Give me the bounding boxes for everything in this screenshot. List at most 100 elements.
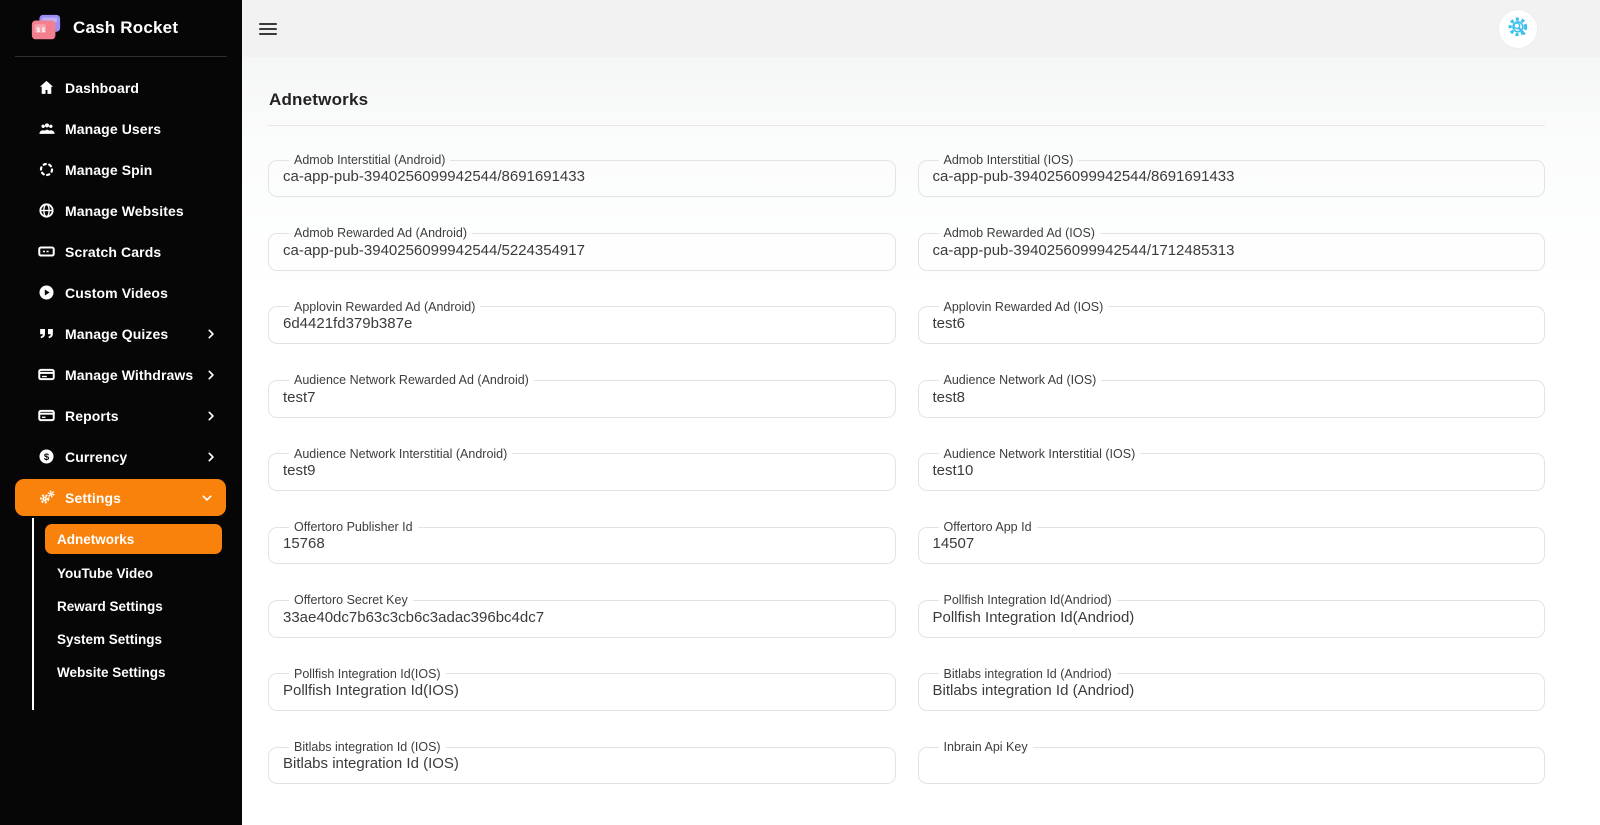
- dollar-circle-icon: $: [38, 448, 58, 465]
- admob-interstitial-ios-input[interactable]: [931, 167, 1533, 187]
- sidebar-item-custom-videos[interactable]: Custom Videos: [0, 272, 242, 313]
- field-bitlabs-integration-id-android: Bitlabs integration Id (Andriod): [918, 667, 1546, 711]
- settings-submenu: Adnetworks YouTube Video Reward Settings…: [0, 524, 242, 689]
- sidebar-item-label: Settings: [65, 490, 121, 506]
- sidebar-item-manage-quizes[interactable]: Manage Quizes: [0, 313, 242, 354]
- field-bitlabs-integration-id-ios: Bitlabs integration Id (IOS): [268, 740, 896, 784]
- sidebar-item-label: Scratch Cards: [65, 244, 161, 260]
- sidebar-item-label: Manage Spin: [65, 162, 152, 178]
- sidebar-item-settings[interactable]: Settings: [15, 479, 226, 516]
- inbrain-api-key-input[interactable]: [931, 754, 1533, 774]
- bitlabs-integration-id-ios-input[interactable]: [281, 754, 883, 774]
- pollfish-integration-id-android-input[interactable]: [931, 608, 1533, 628]
- field-label: Inbrain Api Key: [939, 740, 1033, 754]
- field-label: Audience Network Interstitial (Android): [289, 447, 512, 461]
- submenu-item-label: Website Settings: [57, 665, 166, 680]
- offertoro-secret-key-input[interactable]: [281, 608, 883, 628]
- sidebar-item-manage-users[interactable]: Manage Users: [0, 108, 242, 149]
- field-pollfish-integration-id-ios: Pollfish Integration Id(IOS): [268, 667, 896, 711]
- sidebar-item-label: Manage Quizes: [65, 326, 168, 342]
- svg-text:$: $: [44, 452, 50, 463]
- brand-name: Cash Rocket: [73, 18, 178, 38]
- field-label: Applovin Rewarded Ad (IOS): [939, 300, 1109, 314]
- submenu-item-label: System Settings: [57, 632, 162, 647]
- audience-network-rewarded-android-input[interactable]: [281, 388, 883, 408]
- brand-logo[interactable]: $ $ Cash Rocket: [0, 0, 242, 56]
- field-label: Pollfish Integration Id(Andriod): [939, 593, 1117, 607]
- field-admob-interstitial-ios: Admob Interstitial (IOS): [918, 153, 1546, 197]
- quote-icon: [38, 325, 58, 342]
- home-icon: [38, 79, 58, 96]
- applovin-rewarded-ios-input[interactable]: [931, 314, 1533, 334]
- globe-icon: [38, 202, 58, 219]
- content: Adnetworks Admob Interstitial (Android) …: [242, 57, 1600, 825]
- sidebar-item-reports[interactable]: Reports: [0, 395, 242, 436]
- chevron-right-icon: [204, 409, 218, 423]
- sidebar-item-manage-websites[interactable]: Manage Websites: [0, 190, 242, 231]
- sidebar-item-label: Currency: [65, 449, 127, 465]
- offertoro-app-id-input[interactable]: [931, 534, 1533, 554]
- field-offertoro-publisher-id: Offertoro Publisher Id: [268, 520, 896, 564]
- audience-network-ad-ios-input[interactable]: [931, 388, 1533, 408]
- field-pollfish-integration-id-android: Pollfish Integration Id(Andriod): [918, 593, 1546, 637]
- field-label: Admob Interstitial (Android): [289, 153, 450, 167]
- field-label: Audience Network Interstitial (IOS): [939, 447, 1141, 461]
- field-audience-network-interstitial-android: Audience Network Interstitial (Android): [268, 447, 896, 491]
- submenu-item-website-settings[interactable]: Website Settings: [0, 656, 242, 689]
- submenu-item-label: Reward Settings: [57, 599, 163, 614]
- adnetworks-form: Admob Interstitial (Android) Admob Inter…: [268, 153, 1545, 784]
- field-label: Audience Network Rewarded Ad (Android): [289, 373, 534, 387]
- main-area: Adnetworks Admob Interstitial (Android) …: [242, 0, 1600, 825]
- audience-network-interstitial-android-input[interactable]: [281, 461, 883, 481]
- field-admob-interstitial-android: Admob Interstitial (Android): [268, 153, 896, 197]
- field-admob-rewarded-android: Admob Rewarded Ad (Android): [268, 226, 896, 270]
- field-label: Admob Rewarded Ad (Android): [289, 226, 472, 240]
- applovin-rewarded-android-input[interactable]: [281, 314, 883, 334]
- gears-icon: [38, 489, 58, 506]
- spinner-icon: [38, 161, 58, 178]
- gear-search-button[interactable]: [1499, 10, 1537, 48]
- submenu-item-system-settings[interactable]: System Settings: [0, 623, 242, 656]
- field-audience-network-rewarded-android: Audience Network Rewarded Ad (Android): [268, 373, 896, 417]
- submenu-item-label: YouTube Video: [57, 566, 153, 581]
- field-label: Offertoro Secret Key: [289, 593, 413, 607]
- sidebar-item-label: Dashboard: [65, 80, 139, 96]
- field-inbrain-api-key: Inbrain Api Key: [918, 740, 1546, 784]
- sidebar-item-label: Manage Users: [65, 121, 161, 137]
- field-admob-rewarded-ios: Admob Rewarded Ad (IOS): [918, 226, 1546, 270]
- ticket-icon: [38, 243, 58, 260]
- admob-interstitial-android-input[interactable]: [281, 167, 883, 187]
- sidebar: $ $ Cash Rocket Dashboard Manage Users M…: [0, 0, 242, 825]
- submenu-item-adnetworks[interactable]: Adnetworks: [45, 524, 222, 554]
- submenu-indent-line: [32, 518, 34, 710]
- sidebar-item-scratch-cards[interactable]: Scratch Cards: [0, 231, 242, 272]
- field-label: Offertoro App Id: [939, 520, 1037, 534]
- sidebar-item-label: Custom Videos: [65, 285, 168, 301]
- field-label: Offertoro Publisher Id: [289, 520, 418, 534]
- bitlabs-integration-id-android-input[interactable]: [931, 681, 1533, 701]
- submenu-item-reward-settings[interactable]: Reward Settings: [0, 590, 242, 623]
- submenu-item-label: Adnetworks: [57, 532, 134, 547]
- page-title: Adnetworks: [269, 90, 1545, 110]
- pollfish-integration-id-ios-input[interactable]: [281, 681, 883, 701]
- svg-text:$: $: [37, 27, 41, 34]
- sidebar-item-manage-spin[interactable]: Manage Spin: [0, 149, 242, 190]
- hamburger-icon[interactable]: [259, 19, 277, 39]
- offertoro-publisher-id-input[interactable]: [281, 534, 883, 554]
- sidebar-item-currency[interactable]: $ Currency: [0, 436, 242, 477]
- field-audience-network-interstitial-ios: Audience Network Interstitial (IOS): [918, 447, 1546, 491]
- field-applovin-rewarded-ios: Applovin Rewarded Ad (IOS): [918, 300, 1546, 344]
- sidebar-item-dashboard[interactable]: Dashboard: [0, 67, 242, 108]
- report-card-icon: [38, 407, 58, 424]
- gear-search-icon: [1505, 15, 1532, 42]
- field-offertoro-secret-key: Offertoro Secret Key: [268, 593, 896, 637]
- field-label: Audience Network Ad (IOS): [939, 373, 1102, 387]
- audience-network-interstitial-ios-input[interactable]: [931, 461, 1533, 481]
- field-offertoro-app-id: Offertoro App Id: [918, 520, 1546, 564]
- admob-rewarded-ios-input[interactable]: [931, 241, 1533, 261]
- admob-rewarded-android-input[interactable]: [281, 241, 883, 261]
- title-divider: [268, 125, 1545, 126]
- submenu-item-youtube-video[interactable]: YouTube Video: [0, 557, 242, 590]
- sidebar-item-label: Reports: [65, 408, 119, 424]
- sidebar-item-manage-withdraws[interactable]: Manage Withdraws: [0, 354, 242, 395]
